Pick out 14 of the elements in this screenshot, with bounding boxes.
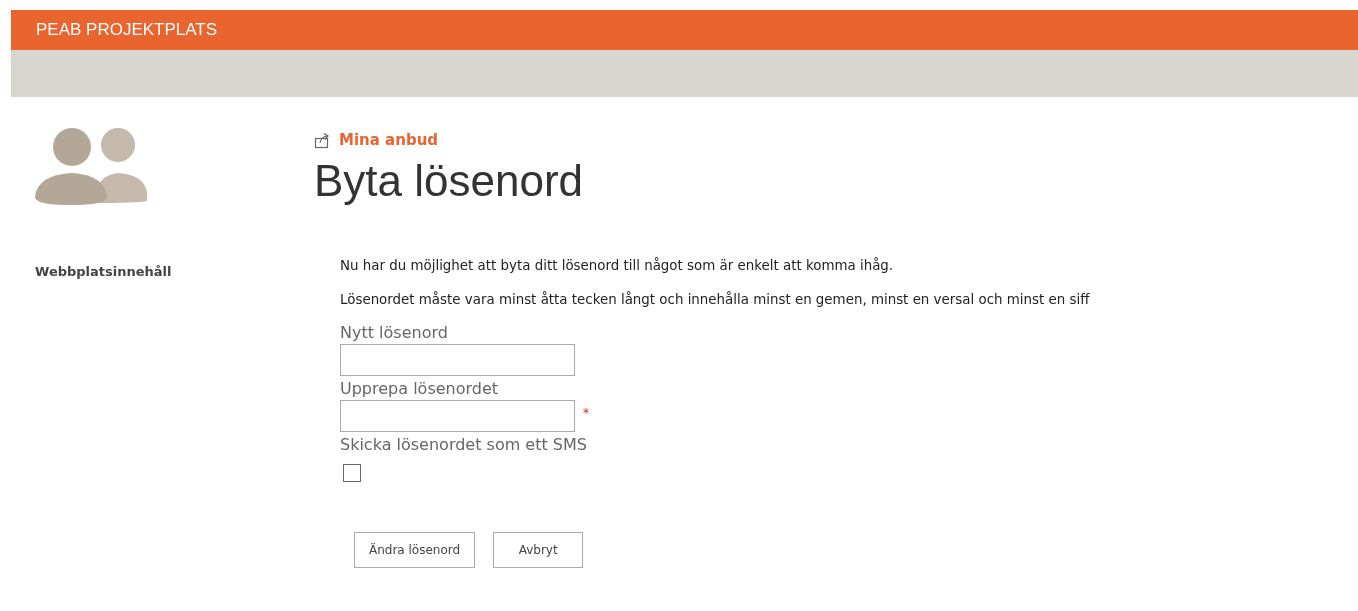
password-field[interactable] [340, 343, 575, 376]
info-text: Lösenordet måste vara minst åtta tecken långt och innehålla minst en gemen, minst en versal och minst en siff [340, 290, 1090, 309]
field-label: Nytt lösenord [340, 321, 448, 344]
change-password-button[interactable]: Ändra lösenord [354, 531, 476, 568]
field-label: Upprepa lösenordet [340, 377, 499, 400]
share-icon [314, 131, 331, 149]
required-mark: * [583, 404, 589, 422]
cancel-button[interactable]: Avbryt [493, 531, 584, 568]
field-label: Skicka lösenordet som ett SMS [340, 433, 587, 456]
password-field[interactable] [340, 399, 575, 432]
page-title: Byta lösenord [314, 154, 584, 207]
info-text: Nu har du möjlighet att byta ditt lösenord till något som är enkelt att komma ihåg. [340, 256, 894, 275]
sidebar-link[interactable]: Webbplatsinnehåll [35, 262, 172, 282]
sms-checkbox[interactable] [343, 463, 361, 482]
